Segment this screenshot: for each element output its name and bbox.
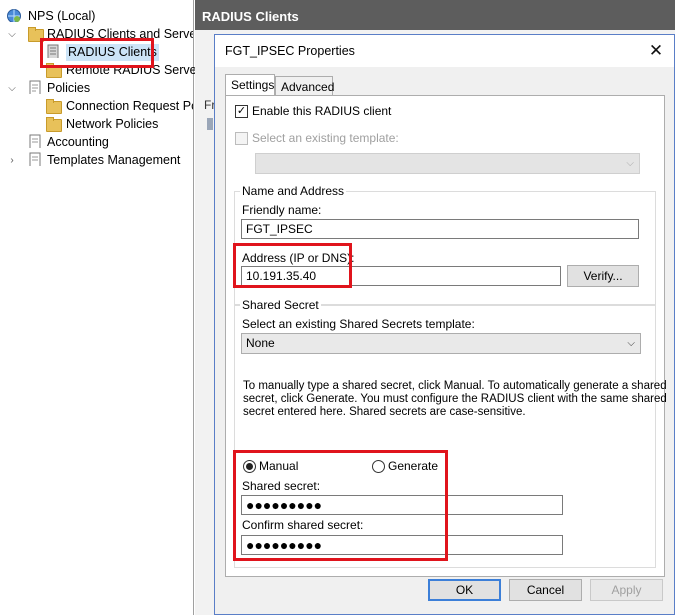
chevron-down-icon[interactable]: ⌵: [6, 80, 18, 97]
chevron-down-icon[interactable]: ⌵: [6, 26, 18, 43]
policy-document-icon: [29, 134, 41, 148]
verify-button[interactable]: Verify...: [567, 265, 639, 287]
tree-label-accounting: Accounting: [47, 135, 109, 149]
secret-template-label: Select an existing Shared Secrets templa…: [242, 317, 475, 331]
shared-secret-input[interactable]: ●●●●●●●●●: [241, 495, 563, 515]
chevron-down-icon: ⌵: [626, 158, 634, 169]
address-label: Address (IP or DNS):: [242, 251, 355, 265]
manual-radio[interactable]: [243, 460, 256, 473]
manual-radio-label: Manual: [259, 459, 299, 473]
help-text-line-1: To manually type a shared secret, click …: [243, 380, 667, 392]
tab-settings[interactable]: Settings: [225, 74, 275, 96]
tab-advanced[interactable]: Advanced: [275, 76, 334, 96]
generate-radio-label: Generate: [388, 459, 439, 473]
template-select[interactable]: ⌵: [255, 153, 640, 174]
name-address-group-label: Name and Address: [240, 184, 347, 198]
tree-label-radius-clients: RADIUS Clients: [66, 44, 159, 61]
confirm-secret-label: Confirm shared secret:: [242, 518, 364, 532]
tree-label-connection-request: Connection Request Po: [66, 99, 193, 113]
dialog-titlebar: FGT_IPSEC Properties ✕: [215, 35, 674, 67]
close-icon[interactable]: ✕: [645, 40, 667, 62]
folder-icon: [46, 63, 62, 78]
confirm-secret-input[interactable]: ●●●●●●●●●: [241, 535, 563, 555]
ok-button[interactable]: OK: [428, 579, 501, 601]
chevron-down-icon: ⌵: [627, 338, 635, 349]
secret-template-select[interactable]: None ⌵: [241, 333, 641, 354]
select-template-label: Select an existing template:: [252, 131, 399, 145]
enable-client-label: Enable this RADIUS client: [252, 104, 392, 118]
address-input[interactable]: 10.191.35.40: [241, 266, 561, 286]
server-icon: [47, 44, 59, 58]
enable-client-checkbox[interactable]: ✓: [235, 105, 248, 118]
friendly-name-input[interactable]: FGT_IPSEC: [241, 219, 639, 239]
tree-label-nps-local: NPS (Local): [28, 9, 96, 23]
policy-document-icon: [29, 152, 41, 166]
tree-label-network-policies: Network Policies: [66, 117, 159, 131]
apply-button[interactable]: Apply: [590, 579, 663, 601]
pane-title: RADIUS Clients: [195, 0, 675, 30]
shared-secret-group-label: Shared Secret: [240, 298, 321, 312]
settings-tab-page: ✓ Enable this RADIUS client Select an ex…: [225, 95, 667, 577]
tree-label-remote-radius-server: Remote RADIUS Server: [66, 63, 201, 77]
tree-node-radius-clients-servers[interactable]: ⌵ RADIUS Clients and Servers: [0, 26, 193, 43]
dialog-title: FGT_IPSEC Properties: [225, 44, 355, 58]
help-text-line-3: secret entered here. Shared secrets are …: [243, 406, 526, 418]
select-template-checkbox[interactable]: [235, 132, 248, 145]
nps-globe-icon: [7, 9, 21, 22]
tree-label-templates-management: Templates Management: [47, 153, 181, 167]
policy-document-icon: [29, 80, 41, 94]
folder-icon: [28, 27, 44, 42]
folder-icon: [46, 99, 62, 114]
help-text-line-2: secret, click Generate. You must configu…: [243, 393, 667, 405]
tree-label-policies: Policies: [47, 81, 91, 95]
generate-radio[interactable]: [372, 460, 385, 473]
friendly-name-label: Friendly name:: [242, 203, 322, 217]
tree-label-radius-clients-servers: RADIUS Clients and Servers: [47, 27, 193, 41]
folder-icon: [46, 117, 62, 132]
tree-node-connection-request-policies[interactable]: Connection Request Po: [0, 98, 193, 115]
chevron-right-icon[interactable]: ›: [6, 152, 18, 169]
cancel-button[interactable]: Cancel: [509, 579, 582, 601]
properties-dialog: FGT_IPSEC Properties ✕ Settings Advanced…: [214, 34, 675, 615]
navigation-tree: NPS (Local) ⌵ RADIUS Clients and Servers…: [0, 0, 201, 615]
shared-secret-label: Shared secret:: [242, 479, 321, 493]
secret-template-value: None: [246, 336, 275, 350]
list-item-icon: [207, 118, 213, 130]
